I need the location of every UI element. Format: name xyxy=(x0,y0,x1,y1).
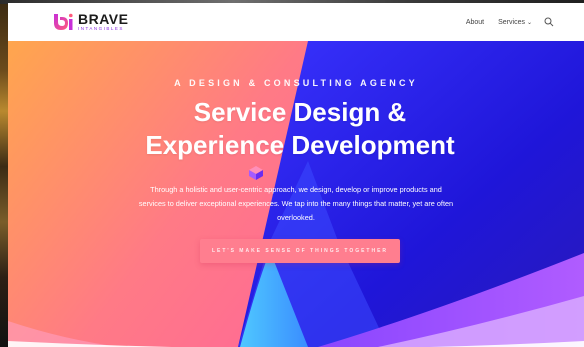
chevron-down-icon: ⌄ xyxy=(526,19,532,26)
hero-headline-line-1: Service Design & xyxy=(193,97,407,127)
hero-headline-line-2: Experience Development xyxy=(145,130,455,160)
website: BRAVE INTANGIBLES About Services ⌄ A DES… xyxy=(8,3,584,347)
logo-brand-name: BRAVE xyxy=(78,11,129,28)
logo-mark-icon xyxy=(54,13,73,30)
site-header: BRAVE INTANGIBLES About Services ⌄ xyxy=(8,3,584,41)
hero-description-line-2: services to deliver exceptional experien… xyxy=(138,199,454,208)
hero-description-line-1: Through a holistic and user-centric appr… xyxy=(150,185,442,194)
brand-logo[interactable]: BRAVE INTANGIBLES xyxy=(52,12,128,32)
nav-item-services[interactable]: Services ⌄ xyxy=(498,19,532,26)
hero-section: A DESIGN & CONSULTING AGENCY Service Des… xyxy=(8,41,584,347)
nav-item-services-label: Services xyxy=(498,18,525,26)
hero-description-line-3: overlooked. xyxy=(277,213,315,222)
logo-text: BRAVE INTANGIBLES xyxy=(78,12,128,32)
nav-item-about[interactable]: About xyxy=(466,19,484,26)
cube-icon xyxy=(249,166,263,180)
hero-description: Through a holistic and user-centric appr… xyxy=(108,183,484,225)
hero-tagline: A DESIGN & CONSULTING AGENCY xyxy=(174,78,418,88)
search-icon[interactable] xyxy=(544,17,554,27)
cta-button[interactable]: LET'S MAKE SENSE OF THINGS TOGETHER xyxy=(200,239,400,263)
hero-headline: Service Design & Experience Development xyxy=(8,96,584,162)
main-nav: About Services ⌄ xyxy=(452,17,554,27)
logo-brand-subtitle: INTANGIBLES xyxy=(78,26,124,32)
